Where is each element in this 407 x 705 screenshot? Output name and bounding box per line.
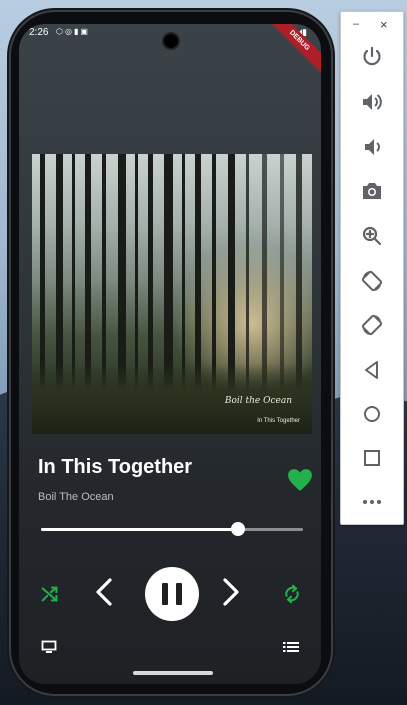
emulator-toolbar: – × (340, 11, 404, 525)
power-button[interactable] (360, 45, 384, 69)
next-button[interactable] (219, 577, 243, 607)
volume-down-button[interactable] (360, 135, 384, 159)
chevron-right-icon (223, 578, 239, 606)
repeat-icon (285, 584, 299, 604)
close-button[interactable]: × (380, 17, 388, 32)
overview-button[interactable] (360, 446, 384, 470)
queue-button[interactable] (283, 640, 299, 654)
heart-icon (288, 469, 312, 491)
minimize-button[interactable]: – (353, 18, 359, 30)
chevron-left-icon (96, 578, 112, 606)
status-left-icons: ⬡◎▮▣ (56, 27, 90, 36)
seek-bar[interactable] (41, 522, 303, 536)
cast-button[interactable] (41, 640, 57, 654)
seek-bar-thumb[interactable] (230, 522, 245, 536)
cast-icon (41, 640, 57, 653)
home-button[interactable] (360, 402, 384, 426)
repeat-button[interactable] (281, 583, 303, 605)
zoom-button[interactable] (360, 224, 384, 248)
notification-icon: ▣ (80, 27, 90, 36)
phone-screen: 2:26 ⬡◎▮▣ ▼◢▮ DEBUG Boil the Ocean In Th… (19, 24, 321, 684)
album-art-caption: In This Together (257, 418, 300, 424)
song-title: In This Together (38, 456, 193, 478)
home-indicator[interactable] (133, 671, 213, 675)
shuffle-button[interactable] (39, 583, 61, 605)
shuffle-icon (41, 586, 58, 602)
volume-up-button[interactable] (360, 90, 384, 114)
favorite-button[interactable] (287, 468, 313, 492)
power-icon (363, 46, 381, 66)
emulator-window-controls: – × (341, 16, 403, 32)
rotate-left-icon (361, 270, 383, 292)
screenshot-button[interactable] (360, 179, 384, 203)
album-art: Boil the Ocean In This Together (32, 154, 312, 434)
back-icon (365, 361, 378, 379)
previous-button[interactable] (92, 577, 116, 607)
volume-up-icon (363, 94, 382, 110)
zoom-icon (362, 226, 382, 246)
volume-down-icon (365, 139, 380, 155)
overview-icon (364, 450, 380, 466)
rotate-right-button[interactable] (360, 313, 384, 337)
play-pause-button[interactable] (145, 567, 199, 621)
seek-bar-progress (41, 528, 238, 531)
sync-icon: ◎ (64, 27, 74, 36)
queue-icon (283, 642, 299, 652)
back-button[interactable] (360, 358, 384, 382)
home-icon (364, 406, 380, 422)
more-button[interactable] (360, 490, 384, 514)
more-icon (363, 500, 381, 504)
shield-icon: ⬡ (56, 27, 65, 36)
rotate-right-icon (361, 314, 383, 336)
artist-name: Boil The Ocean (38, 491, 114, 503)
front-camera (164, 34, 178, 48)
camera-icon (363, 183, 381, 199)
status-time: 2:26 (29, 27, 49, 38)
rotate-left-button[interactable] (360, 269, 384, 293)
album-art-signature: Boil the Ocean (224, 396, 292, 406)
